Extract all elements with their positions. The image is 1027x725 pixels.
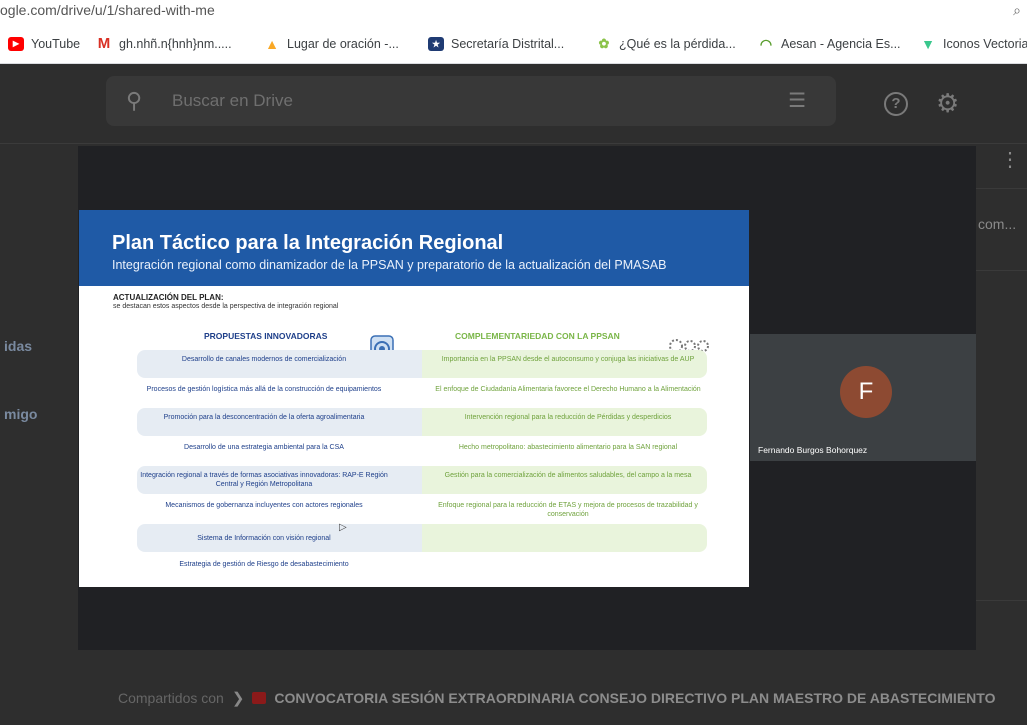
bookmarks-bar: ▶ YouTube M gh.nhñ.n{hnh}nm..... ▲ Lugar…: [0, 24, 1027, 64]
aesan-icon: ◠: [759, 36, 773, 52]
url-text[interactable]: ogle.com/drive/u/1/shared-with-me: [0, 2, 215, 18]
breadcrumb: Compartidos con ❯ CONVOCATORIA SESIÓN EX…: [118, 689, 995, 707]
vector-icon: ▼: [921, 36, 935, 52]
address-bar[interactable]: ogle.com/drive/u/1/shared-with-me ⌕: [0, 0, 1027, 24]
folder-icon: [252, 692, 267, 704]
breadcrumb-root[interactable]: Compartidos con: [118, 690, 224, 706]
search-input[interactable]: Buscar en Drive: [172, 91, 293, 111]
search-options-icon[interactable]: ☰: [788, 88, 806, 113]
youtube-icon: ▶: [8, 37, 24, 51]
bookmark-label: YouTube: [31, 37, 81, 51]
bookmark-perdida[interactable]: ✿ ¿Qué es la pérdida...: [596, 34, 736, 54]
settings-icon[interactable]: ⚙: [936, 88, 959, 119]
gmail-icon: M: [97, 35, 111, 52]
bookmark-youtube[interactable]: ▶ YouTube: [8, 34, 80, 54]
file-name-truncated[interactable]: com...: [978, 216, 1016, 232]
complement-item: Importancia en la PPSAN desde el autocon…: [441, 356, 695, 363]
proposal-item: Desarrollo de canales modernos de comerc…: [181, 356, 347, 363]
chevron-right-icon: ❯: [231, 690, 245, 707]
bookmark-iconos[interactable]: ▼ Iconos Vectoria: [920, 34, 1027, 54]
seal-icon: ★: [428, 37, 444, 51]
bookmark-label: Iconos Vectoria: [943, 37, 1027, 51]
proposal-item: Integración regional a través de formas …: [140, 472, 388, 488]
complement-item: Enfoque regional para la reducción de ET…: [438, 502, 698, 518]
complement-item: Hecho metropolitano: abastecimiento alim…: [458, 444, 678, 451]
video-player[interactable]: Plan Táctico para la Integración Regiona…: [78, 146, 976, 650]
bookmark-label: Lugar de oración -...: [287, 37, 399, 51]
search-icon[interactable]: ⚲: [126, 88, 142, 114]
zoom-icon[interactable]: ⌕: [1013, 2, 1021, 19]
proposal-item: Promoción para la desconcentración de la…: [163, 414, 365, 421]
sidebar-item-label[interactable]: migo: [4, 406, 37, 422]
section-title: ACTUALIZACIÓN DEL PLAN:: [113, 293, 224, 302]
bookmark-secretaria[interactable]: ★ Secretaría Distrital...: [428, 34, 564, 54]
more-options-icon[interactable]: ⋮: [1000, 150, 1020, 170]
shared-slide: Plan Táctico para la Integración Regiona…: [79, 210, 749, 587]
proposal-item: Sistema de Información con visión region…: [197, 535, 331, 542]
bookmark-label: ¿Qué es la pérdida...: [619, 37, 736, 51]
search-box[interactable]: ⚲ Buscar en Drive ☰: [106, 76, 836, 126]
bookmark-lugar-oracion[interactable]: ▲ Lugar de oración -...: [264, 34, 399, 54]
proposal-item: Procesos de gestión logística más allá d…: [146, 386, 382, 393]
participant-tile[interactable]: F Fernando Burgos Bohorquez: [750, 334, 976, 461]
avatar: F: [840, 366, 892, 418]
participant-name: Fernando Burgos Bohorquez: [758, 445, 868, 455]
right-column-heading: COMPLEMENTARIEDAD CON LA PPSAN: [455, 331, 620, 341]
slide-title: Plan Táctico para la Integración Regiona…: [112, 232, 504, 254]
bookmark-label: gh.nhñ.n{hnh}nm.....: [119, 37, 232, 51]
screen: ogle.com/drive/u/1/shared-with-me ⌕ ▶ Yo…: [0, 0, 1027, 725]
bookmark-aesan[interactable]: ◠ Aesan - Agencia Es...: [758, 34, 901, 54]
leaf-icon: ✿: [598, 36, 610, 51]
drive-header: ⚲ Buscar en Drive ☰ ? ⚙: [0, 64, 1027, 144]
sidebar-item-label[interactable]: idas: [4, 338, 32, 354]
mouse-cursor-icon: ▷: [339, 522, 347, 533]
complement-item: Gestión para la comercialización de alim…: [444, 472, 692, 479]
slide-header: Plan Táctico para la Integración Regiona…: [79, 210, 749, 286]
help-icon[interactable]: ?: [884, 92, 908, 116]
proposal-item: Desarrollo de una estrategia ambiental p…: [184, 444, 344, 451]
bookmark-gmail[interactable]: M gh.nhñ.n{hnh}nm.....: [96, 34, 232, 54]
flame-icon: ▲: [265, 36, 279, 52]
left-column-heading: PROPUESTAS INNOVADORAS: [204, 331, 328, 341]
section-note: se destacan estos aspectos desde la pers…: [113, 303, 339, 310]
proposal-item: Mecanismos de gobernanza incluyentes con…: [165, 502, 363, 509]
slide-subtitle: Integración regional como dinamizador de…: [112, 258, 667, 272]
complement-item: El enfoque de Ciudadanía Alimentaria fav…: [435, 386, 701, 393]
breadcrumb-folder[interactable]: CONVOCATORIA SESIÓN EXTRAORDINARIA CONSE…: [274, 690, 995, 706]
bookmark-label: Aesan - Agencia Es...: [781, 37, 901, 51]
complement-item: Intervención regional para la reducción …: [464, 414, 672, 421]
proposal-item: Estrategia de gestión de Riesgo de desab…: [179, 561, 349, 568]
bookmark-label: Secretaría Distrital...: [451, 37, 565, 51]
